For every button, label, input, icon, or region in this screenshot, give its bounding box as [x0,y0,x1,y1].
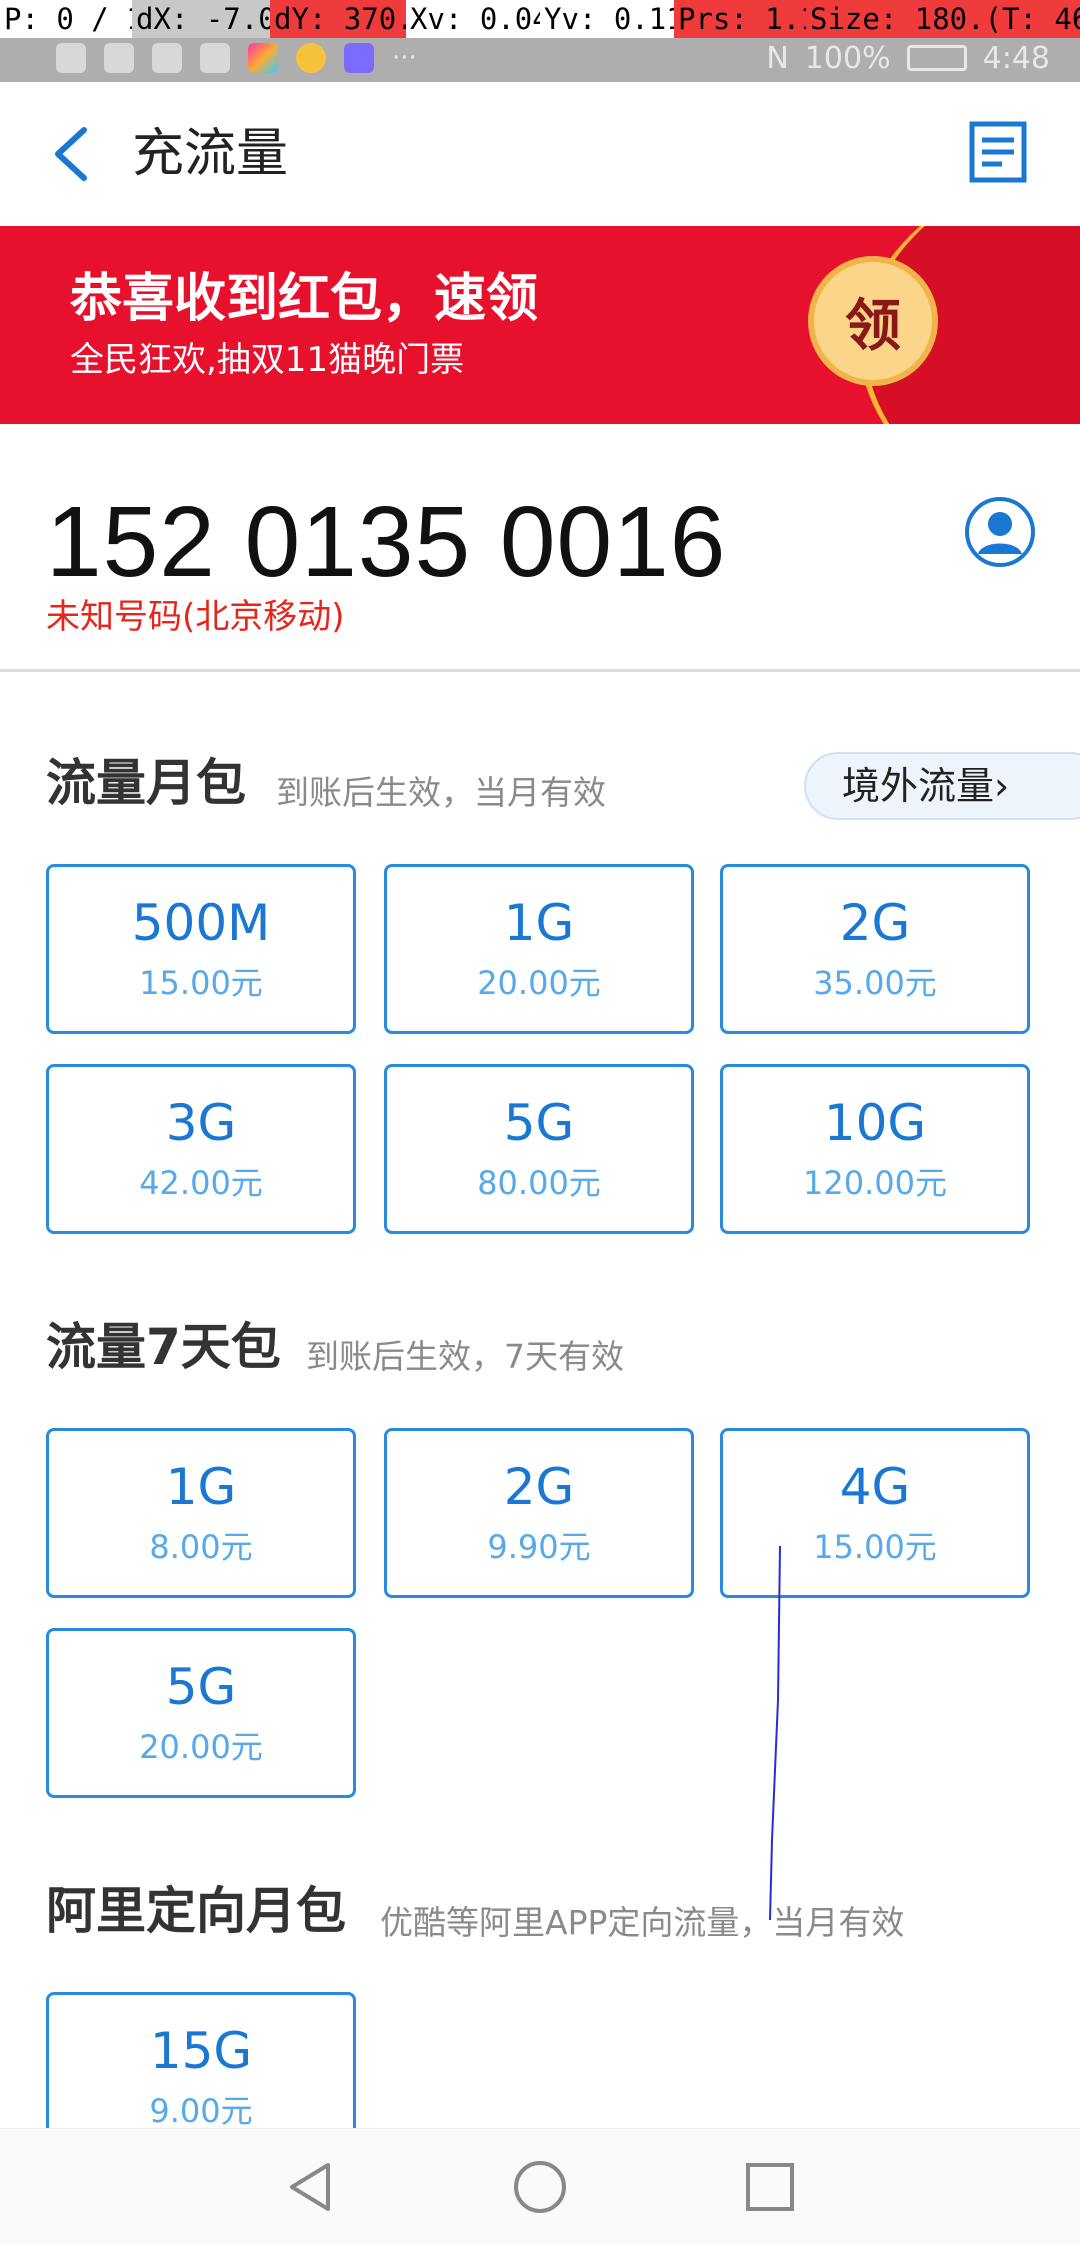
page-title: 充流量 [132,124,289,184]
package-price: 35.00元 [813,964,937,1002]
debug-xv: Xv: 0.048 [406,0,567,38]
package-price: 9.00元 [149,2092,253,2130]
package-price: 120.00元 [803,1164,947,1202]
section-title-7day: 流量7天包 [46,1318,281,1376]
package-size: 5G [165,1658,237,1716]
package-card[interactable]: 10G 120.00元 [720,1064,1030,1234]
package-card[interactable]: 4G 15.00元 [720,1428,1030,1598]
status-icons-right: N 100% 4:48 [766,38,1050,78]
package-price: 15.00元 [813,1528,937,1566]
debug-pointer: P: 0 / 1 [0,0,144,38]
alert-icon [56,43,86,73]
overseas-data-button[interactable]: 境外流量› [804,752,1080,820]
activity-icon [200,43,230,73]
package-size: 1G [503,894,575,952]
contact-icon[interactable] [964,496,1036,568]
phone-number[interactable]: 152 0135 0016 [46,482,726,602]
package-size: 1G [165,1458,237,1516]
package-card[interactable]: 1G 20.00元 [384,864,694,1034]
package-size: 500M [131,894,271,952]
banner-subtitle: 全民狂欢,抽双11猫晚门票 [70,340,465,380]
package-price: 9.90元 [487,1528,591,1566]
package-size: 4G [839,1458,911,1516]
banner-title: 恭喜收到红包，速领 [70,269,539,329]
package-price: 20.00元 [477,964,601,1002]
clock: 4:48 [982,40,1050,76]
battery-percent: 100% [804,40,891,76]
package-size: 3G [165,1094,237,1152]
order-record-icon[interactable] [968,120,1028,184]
more-notifications-icon: ··· [392,43,417,73]
package-card[interactable]: 5G 20.00元 [46,1628,356,1798]
nav-recents-icon[interactable] [740,2157,800,2217]
debug-size: Size: 180.(T: 467456 [806,0,1080,38]
status-icons-left: ··· [56,38,417,78]
red-packet-banner[interactable]: 恭喜收到红包，速领 全民狂欢,抽双11猫晚门票 领 [0,226,1080,424]
section-note-ali: 优酷等阿里APP定向流量，当月有效 [380,1903,905,1942]
package-card[interactable]: 2G 35.00元 [720,864,1030,1034]
package-card[interactable]: 2G 9.90元 [384,1428,694,1598]
package-card[interactable]: 3G 42.00元 [46,1064,356,1234]
package-price: 42.00元 [139,1164,263,1202]
phone-number-section: 152 0135 0016 未知号码(北京移动) [0,424,1080,672]
debug-dx: dX: -7.0 [132,0,276,38]
touch-debug-overlay: P: 0 / 1 dX: -7.0 dY: 370.0 Xv: 0.048 Yv… [0,0,1080,38]
system-nav-bar [0,2128,1080,2244]
package-size: 15G [149,2022,253,2080]
debug-yv: Yv: 0.116 [540,0,701,38]
weibo-icon [296,43,326,73]
battery-icon [906,45,967,71]
nav-home-icon[interactable] [510,2157,570,2217]
package-size: 5G [503,1094,575,1152]
section-note-7day: 到账后生效，7天有效 [306,1337,624,1376]
package-price: 8.00元 [149,1528,253,1566]
phone-carrier-info: 未知号码(北京移动) [46,597,345,637]
app-header: 充流量 [0,82,1080,226]
package-size: 2G [503,1458,575,1516]
section-title-monthly: 流量月包 [46,754,246,812]
wifi-icon [104,43,134,73]
claim-button[interactable]: 领 [808,256,938,386]
debug-dy: dY: 370.0 [270,0,431,38]
package-price: 20.00元 [139,1728,263,1766]
debug-prs: Prs: 1.15 [674,0,835,38]
package-card[interactable]: 1G 8.00元 [46,1428,356,1598]
package-card[interactable]: 500M 15.00元 [46,864,356,1034]
package-card[interactable]: 5G 80.00元 [384,1064,694,1234]
package-size: 10G [823,1094,927,1152]
music-icon [344,43,374,73]
section-title-ali: 阿里定向月包 [46,1882,346,1940]
app-notification-icon [248,43,278,73]
package-price: 80.00元 [477,1164,601,1202]
nav-back-icon[interactable] [280,2157,340,2217]
status-bar: P: 0 / 1 dX: -7.0 dY: 370.0 Xv: 0.048 Yv… [0,0,1080,82]
section-note-monthly: 到账后生效，当月有效 [276,773,606,812]
package-price: 15.00元 [139,964,263,1002]
package-size: 2G [839,894,911,952]
usb-icon [152,43,182,73]
nfc-icon: N [766,40,789,76]
back-arrow-icon[interactable] [44,122,104,186]
